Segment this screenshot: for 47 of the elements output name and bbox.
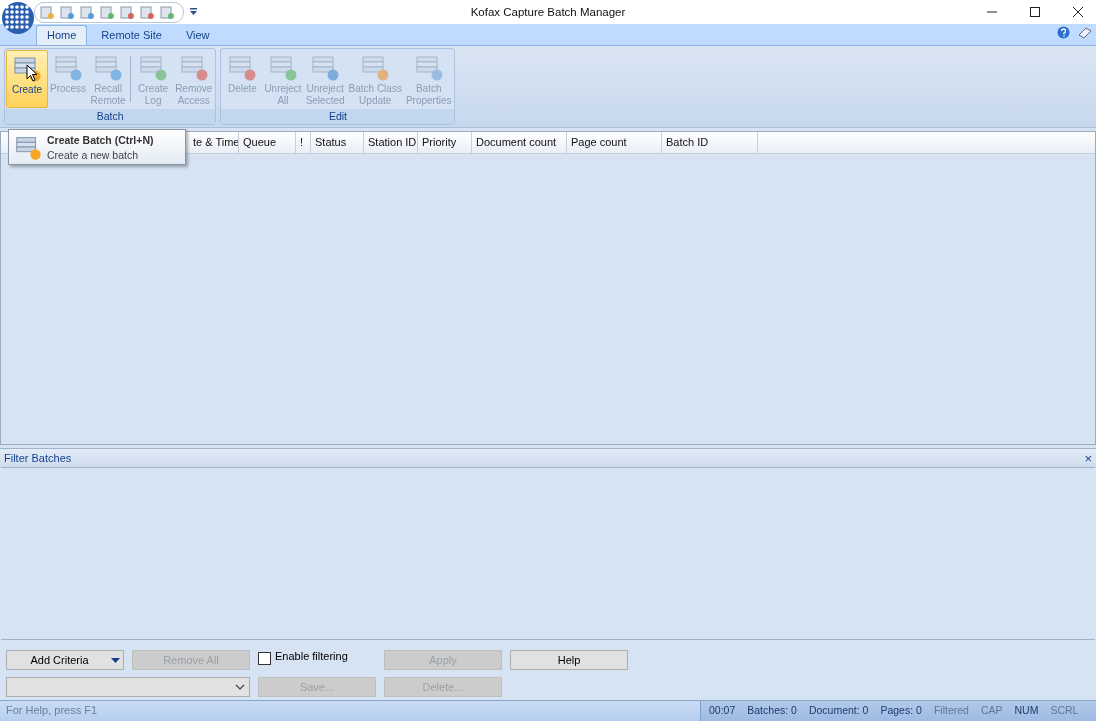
maximize-icon[interactable] — [1029, 6, 1041, 18]
toolbar-icon[interactable] — [59, 4, 75, 20]
column-header[interactable]: Batch ID — [662, 132, 758, 153]
status-item: CAP — [980, 704, 1003, 718]
toolbar-icon[interactable] — [99, 4, 115, 20]
status-item: NUM — [1014, 704, 1039, 718]
status-hint: For Help, press F1 — [5, 703, 99, 718]
chevron-icon — [235, 684, 245, 690]
column-header[interactable]: Page count — [567, 132, 662, 153]
status-item: Filtered — [933, 704, 969, 718]
toolbar-icon[interactable] — [79, 4, 95, 20]
mouse-pointer-icon — [26, 64, 38, 82]
tooltip-title: Create Batch (Ctrl+N) — [47, 133, 154, 146]
ribbon-button[interactable]: Create — [6, 50, 48, 108]
checkbox[interactable] — [258, 652, 271, 665]
help-button[interactable]: Help — [510, 650, 628, 670]
toolbar-icon[interactable] — [119, 4, 135, 20]
caret-icon — [110, 657, 120, 663]
column-header[interactable]: Status — [311, 132, 364, 153]
column-header[interactable]: Document count — [472, 132, 567, 153]
column-header[interactable]: Station ID — [364, 132, 418, 153]
ribbon-tab[interactable]: Remote Site — [91, 26, 172, 45]
status-item: Batches: 0 — [747, 704, 797, 718]
customize-dropdown-icon[interactable] — [190, 8, 197, 16]
column-header[interactable]: Queue — [239, 132, 296, 153]
status-item: 00:07 — [709, 704, 736, 718]
ribbon-tab[interactable]: Home — [36, 25, 88, 45]
toolbar-icon[interactable] — [159, 4, 175, 20]
help-icon[interactable] — [1057, 26, 1070, 39]
ribbon-tab[interactable]: View — [175, 26, 220, 45]
status-item: Document: 0 — [808, 704, 869, 718]
toolbar-icon[interactable] — [39, 4, 55, 20]
dropdown-field[interactable] — [6, 677, 250, 697]
column-header[interactable]: Priority — [418, 132, 472, 153]
close-icon[interactable] — [1072, 6, 1084, 18]
checkbox-label: Enable filtering — [275, 650, 348, 662]
status-item: Pages: 0 — [880, 704, 922, 718]
status-item: SCRL — [1050, 704, 1079, 718]
window-title: Kofax Capture Batch Manager — [470, 6, 626, 18]
close-button[interactable]: × — [1084, 450, 1092, 466]
tooltip-description: Create a new batch — [47, 148, 140, 161]
toolbar-icon[interactable] — [139, 4, 155, 20]
add-criteria-button[interactable]: Add Criteria — [6, 650, 124, 670]
panel-title: Filter Batches — [4, 452, 72, 464]
group-label: Edit — [221, 109, 455, 124]
group-label: Batch — [5, 109, 216, 124]
column-header[interactable]: ! — [296, 132, 311, 153]
